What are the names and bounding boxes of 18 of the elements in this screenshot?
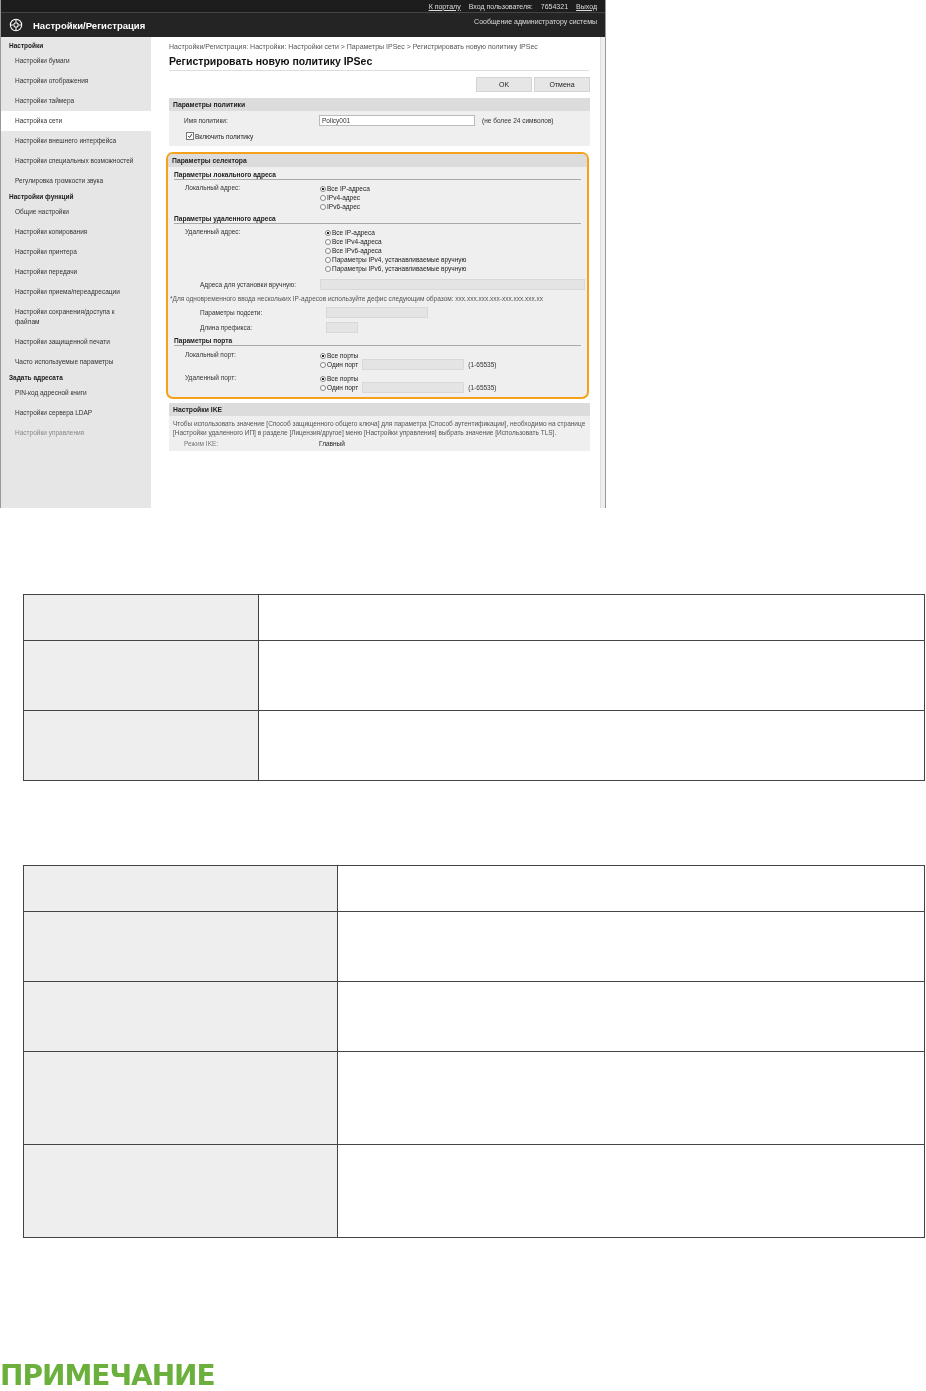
radio-button[interactable]: [320, 375, 326, 382]
scrollbar[interactable]: [600, 37, 605, 508]
checkbox[interactable]: [186, 132, 194, 141]
radio-button[interactable]: [320, 384, 326, 391]
radio-button[interactable]: [320, 185, 326, 192]
radio-button[interactable]: [325, 238, 331, 245]
radio-button[interactable]: [320, 352, 326, 359]
app-title: Настройки/Регистрация: [33, 19, 146, 31]
radio-button[interactable]: [320, 361, 326, 368]
note-heading: ПРИМЕЧАНИЕ: [0, 1359, 215, 1391]
radio-button[interactable]: [320, 203, 326, 210]
page-title: Регистрировать новую политику IPSec: [169, 51, 589, 72]
radio-button[interactable]: [325, 256, 331, 263]
radio-button[interactable]: [320, 194, 326, 201]
radio-button[interactable]: [325, 265, 331, 272]
radio-button[interactable]: [325, 229, 331, 236]
radio-button[interactable]: [325, 247, 331, 254]
gear-icon: [9, 18, 23, 32]
